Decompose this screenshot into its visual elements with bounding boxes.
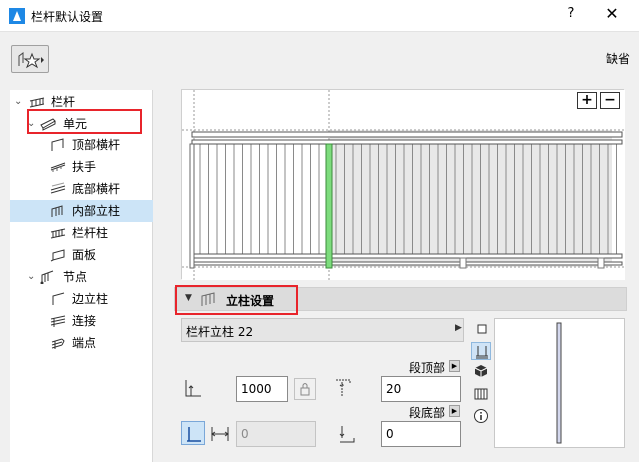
tree-item-label: 扶手 (72, 160, 97, 174)
post-height-icon (185, 380, 201, 397)
tree-item-connection[interactable]: 连接 (10, 311, 153, 331)
align-distribute-icon[interactable] (209, 423, 231, 445)
connection-icon (50, 315, 66, 327)
lock-icon (300, 383, 310, 396)
align-left-button[interactable] (181, 421, 205, 445)
chevron-down-icon[interactable]: ⌄ (27, 267, 35, 287)
panel-icon (50, 249, 65, 262)
post-height-input[interactable]: 1000 (236, 376, 288, 402)
section-view-icon (476, 346, 488, 359)
plan-view-icon[interactable] (474, 321, 490, 337)
archicad-app-icon (9, 8, 25, 24)
handrail-icon (50, 162, 66, 172)
align-left-icon (187, 427, 201, 442)
segment-top-menu-button[interactable]: ▶ (449, 360, 460, 372)
tree-item-label: 端点 (72, 336, 97, 350)
tree-item-end-post[interactable]: 边立柱 (10, 289, 153, 309)
top-offset-icon (336, 379, 351, 396)
close-button[interactable]: ✕ (600, 4, 624, 26)
tree-item-label: 栏杆柱 (72, 226, 109, 240)
favorites-button[interactable] (11, 45, 49, 73)
top-offset-input[interactable]: 20 (381, 376, 461, 402)
post-type-value: 栏杆立柱 22 (186, 325, 254, 339)
railing-preview-drawing (182, 90, 625, 280)
tree-item-baluster[interactable]: 栏杆柱 (10, 223, 153, 243)
lock-button[interactable] (294, 378, 316, 400)
info-icon[interactable] (473, 408, 489, 424)
post-profile-preview (494, 318, 625, 448)
endpoint-icon (51, 338, 65, 349)
tree-item-bottom-rail[interactable]: 底部横杆 (10, 179, 153, 199)
default-label: 缺省 (606, 52, 631, 66)
tree-item-handrail[interactable]: 扶手 (10, 157, 153, 177)
post-profile-drawing (556, 322, 562, 444)
3d-view-icon[interactable] (473, 363, 489, 379)
end-post-icon (52, 292, 65, 305)
chevron-down-icon[interactable]: ⌄ (14, 92, 22, 112)
zoom-in-button[interactable]: + (577, 92, 597, 109)
help-button[interactable]: ? (560, 6, 582, 26)
bottom-offset-icon (339, 426, 355, 443)
segment-bottom-menu-button[interactable]: ▶ (449, 405, 460, 417)
tree-item-label: 内部立柱 (72, 204, 121, 218)
bottom-offset-input[interactable]: 0 (381, 421, 461, 447)
baluster-icon (50, 228, 66, 239)
favorites-star-icon (18, 52, 44, 69)
railing-preview[interactable] (181, 89, 625, 280)
tree-item-top-rail[interactable]: 顶部横杆 (10, 135, 153, 155)
section-view-button[interactable] (471, 342, 491, 360)
tree-item-label: 底部横杆 (72, 182, 121, 196)
node-icon (40, 270, 54, 284)
tree-item-label: 顶部横杆 (72, 138, 121, 152)
zoom-out-button[interactable]: − (600, 92, 620, 109)
inner-post-icon (51, 205, 63, 217)
tree-item-label: 连接 (72, 314, 97, 328)
window-title: 栏杆默认设置 (31, 10, 104, 24)
offset-input-disabled[interactable]: 0 (236, 421, 316, 447)
tree-item-label: 节点 (63, 270, 88, 284)
tree-item-endpoint[interactable]: 端点 (10, 333, 153, 353)
element-tree: ⌄ 栏杆 ⌄ 单元 顶部横杆 扶手 底部横杆 内部立柱 栏杆柱 面板 ⌄ 节点 … (10, 90, 153, 462)
tree-item-label: 边立柱 (72, 292, 109, 306)
tree-item-label: 面板 (72, 248, 97, 262)
tree-item-node[interactable]: ⌄ 节点 (10, 267, 153, 287)
segment-top-label: 段顶部 (409, 361, 446, 375)
dropdown-arrow-icon: ▶ (455, 323, 462, 333)
tree-item-panel[interactable]: 面板 (10, 245, 153, 265)
segment-bottom-label: 段底部 (409, 406, 446, 420)
railing-icon (29, 97, 45, 108)
bottom-rail-icon (50, 182, 66, 194)
elevation-view-icon[interactable] (473, 386, 489, 402)
selected-item-highlight-box (27, 109, 142, 134)
section-highlight-box (175, 285, 298, 315)
top-rail-icon (51, 138, 64, 151)
tree-item-inner-post[interactable]: 内部立柱 (10, 201, 153, 221)
